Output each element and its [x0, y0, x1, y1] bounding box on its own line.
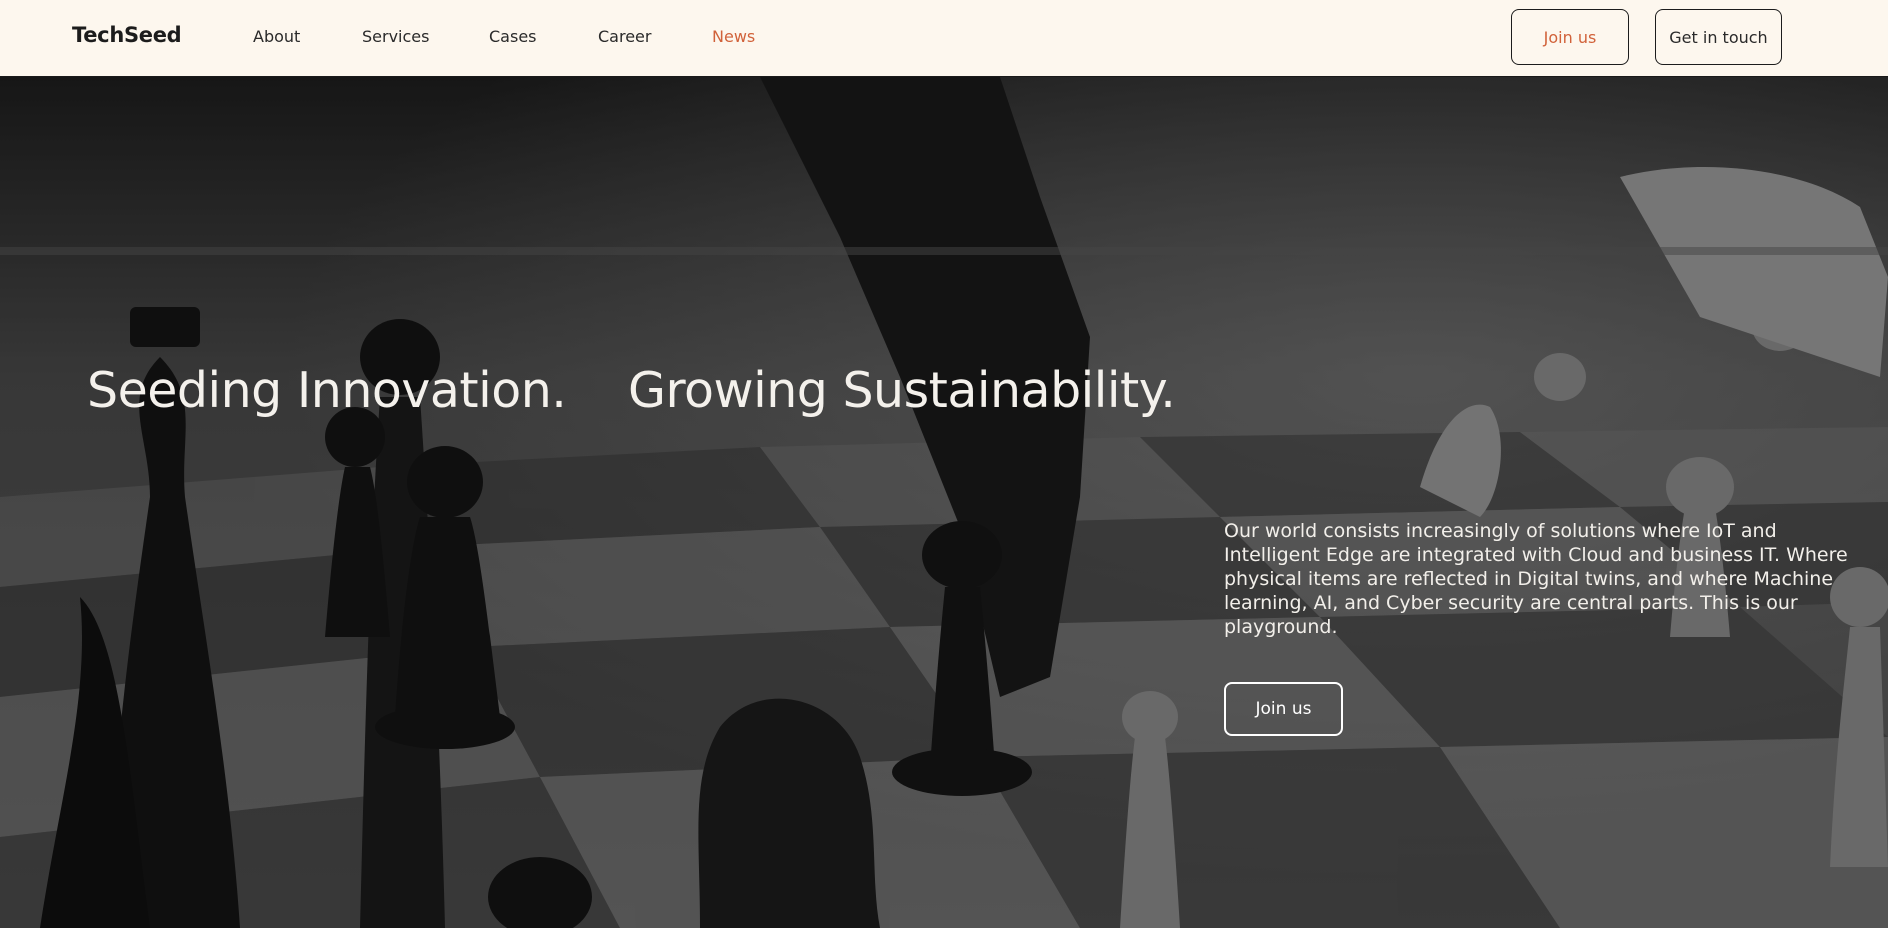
hero-join-us-button[interactable]: Join us [1224, 682, 1343, 736]
hero-description: Our world consists increasingly of solut… [1224, 520, 1848, 638]
top-navbar: TechSeed About Services Cases Career New… [0, 0, 1888, 77]
nav-link-career[interactable]: Career [598, 27, 651, 46]
hero-overlay [0, 77, 1888, 928]
nav-link-about[interactable]: About [253, 27, 300, 46]
hero-headline-1: Seeding Innovation. [87, 362, 567, 419]
brand-logo[interactable]: TechSeed [72, 23, 182, 47]
nav-link-cases[interactable]: Cases [489, 27, 537, 46]
nav-link-services[interactable]: Services [362, 27, 429, 46]
hero-section: Seeding Innovation. Growing Sustainabili… [0, 77, 1888, 928]
join-us-button[interactable]: Join us [1511, 9, 1629, 65]
get-in-touch-button[interactable]: Get in touch [1655, 9, 1782, 65]
hero-headline-2: Growing Sustainability. [628, 362, 1176, 419]
nav-link-news[interactable]: News [712, 27, 755, 46]
